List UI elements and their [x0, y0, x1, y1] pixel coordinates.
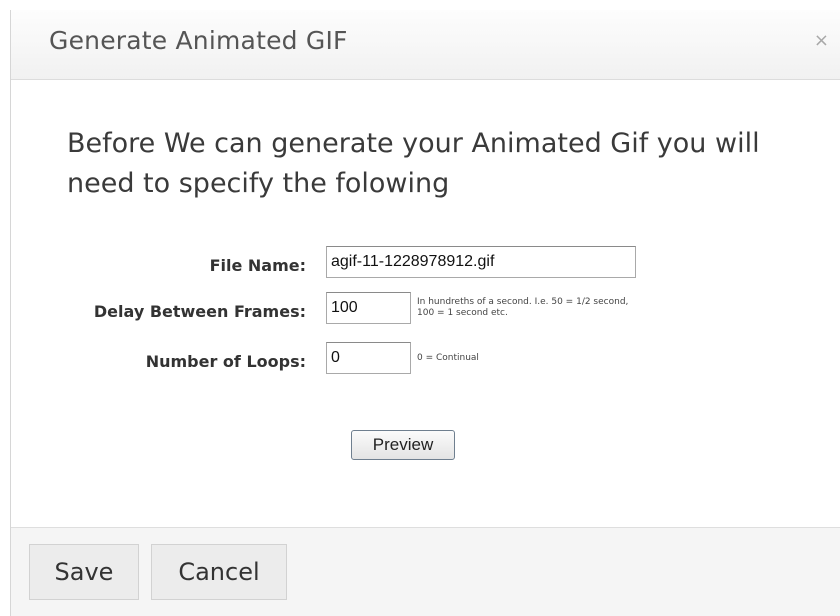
- delay-hint: In hundreths of a second. I.e. 50 = 1/2 …: [417, 297, 628, 319]
- file-name-input[interactable]: [326, 246, 636, 278]
- delay-input[interactable]: [326, 292, 411, 324]
- dialog-footer: Save Cancel: [11, 527, 840, 616]
- delay-hint-line-2: 100 = 1 second etc.: [417, 308, 508, 318]
- loops-input[interactable]: [326, 342, 411, 374]
- cancel-button[interactable]: Cancel: [151, 544, 287, 600]
- delay-hint-line-1: In hundreths of a second. I.e. 50 = 1/2 …: [417, 297, 629, 307]
- dialog-titlebar: Generate Animated GIF ×: [11, 10, 840, 80]
- preview-button[interactable]: Preview: [351, 430, 455, 460]
- loops-hint: 0 = Continual: [417, 353, 479, 363]
- delay-between-frames-label: Delay Between Frames:: [93, 302, 306, 321]
- close-icon[interactable]: ×: [814, 30, 829, 51]
- dialog-title: Generate Animated GIF: [49, 26, 348, 55]
- generate-gif-dialog: Generate Animated GIF × Before We can ge…: [10, 10, 840, 616]
- intro-text: Before We can generate your Animated Gif…: [67, 128, 760, 199]
- file-name-label: File Name:: [209, 256, 306, 275]
- save-button[interactable]: Save: [29, 544, 139, 600]
- number-of-loops-label: Number of Loops:: [145, 352, 306, 371]
